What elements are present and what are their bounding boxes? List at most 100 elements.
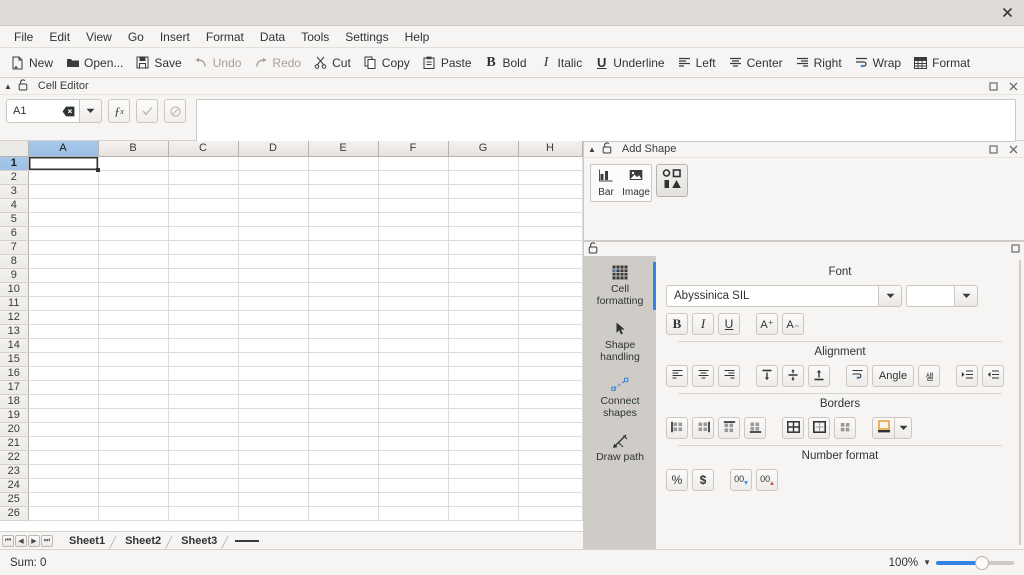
cell-f21[interactable] [378, 436, 448, 450]
cell-c4[interactable] [168, 198, 238, 212]
cell-d13[interactable] [238, 324, 308, 338]
decrease-font-size-button[interactable]: A₋ [782, 313, 804, 335]
cell-d4[interactable] [238, 198, 308, 212]
row-header-2[interactable]: 2 [0, 170, 28, 184]
cell-d10[interactable] [238, 282, 308, 296]
more-shapes-button[interactable] [656, 164, 688, 197]
decrease-decimals-button[interactable]: 00▴ [756, 469, 778, 491]
column-header-h[interactable]: H [518, 141, 582, 156]
cell-b14[interactable] [98, 338, 168, 352]
cell-e1[interactable] [308, 156, 378, 170]
fill-handle[interactable] [96, 168, 100, 172]
toolbar-italic-button[interactable]: I Italic [533, 51, 589, 75]
cell-a18[interactable] [28, 394, 98, 408]
cell-e14[interactable] [308, 338, 378, 352]
cell-a16[interactable] [28, 366, 98, 380]
cell-c11[interactable] [168, 296, 238, 310]
menu-item-view[interactable]: View [78, 28, 120, 46]
cell-d15[interactable] [238, 352, 308, 366]
cell-g26[interactable] [448, 506, 518, 520]
cell-h3[interactable] [518, 184, 582, 198]
row-header-11[interactable]: 11 [0, 296, 28, 310]
cell-f5[interactable] [378, 212, 448, 226]
menu-item-go[interactable]: Go [120, 28, 152, 46]
cell-a24[interactable] [28, 478, 98, 492]
cell-b13[interactable] [98, 324, 168, 338]
cell-h25[interactable] [518, 492, 582, 506]
menu-item-data[interactable]: Data [252, 28, 293, 46]
add-shape-maximize-button[interactable] [986, 142, 1000, 156]
border-all-button[interactable] [782, 417, 804, 439]
cell-e5[interactable] [308, 212, 378, 226]
row-header-14[interactable]: 14 [0, 338, 28, 352]
select-all-corner[interactable] [0, 141, 28, 156]
cell-g4[interactable] [448, 198, 518, 212]
cell-f16[interactable] [378, 366, 448, 380]
border-color-button[interactable] [872, 417, 894, 439]
cell-b2[interactable] [98, 170, 168, 184]
menu-item-edit[interactable]: Edit [41, 28, 78, 46]
sidebar-item-shape-handling[interactable]: Shape handling [587, 318, 653, 365]
cell-g22[interactable] [448, 450, 518, 464]
cell-b6[interactable] [98, 226, 168, 240]
cell-a15[interactable] [28, 352, 98, 366]
cell-h23[interactable] [518, 464, 582, 478]
collapse-triangle-icon[interactable]: ▲ [4, 82, 12, 91]
cell-g19[interactable] [448, 408, 518, 422]
cell-e19[interactable] [308, 408, 378, 422]
increase-indent-button[interactable] [956, 365, 978, 387]
lock-icon[interactable] [602, 142, 612, 157]
sheet-tab-sheet1[interactable]: Sheet1╱ [59, 535, 115, 547]
underline-button[interactable]: U [718, 313, 740, 335]
cell-g15[interactable] [448, 352, 518, 366]
cell-h17[interactable] [518, 380, 582, 394]
cell-a14[interactable] [28, 338, 98, 352]
cell-b21[interactable] [98, 436, 168, 450]
cell-b8[interactable] [98, 254, 168, 268]
align-center-button[interactable] [692, 365, 714, 387]
cell-g17[interactable] [448, 380, 518, 394]
cell-d19[interactable] [238, 408, 308, 422]
cell-c15[interactable] [168, 352, 238, 366]
cell-g18[interactable] [448, 394, 518, 408]
cell-f10[interactable] [378, 282, 448, 296]
accept-edit-button[interactable] [136, 99, 158, 123]
cell-h26[interactable] [518, 506, 582, 520]
cell-a11[interactable] [28, 296, 98, 310]
cell-f23[interactable] [378, 464, 448, 478]
sheet-tab-sheet3[interactable]: Sheet3╱ [171, 535, 227, 547]
collapse-triangle-icon[interactable]: ▲ [588, 145, 596, 154]
last-sheet-button[interactable]: ⏭ [41, 535, 53, 547]
cell-d16[interactable] [238, 366, 308, 380]
cell-c2[interactable] [168, 170, 238, 184]
toolbar-underline-button[interactable]: U Underline [588, 51, 670, 75]
cell-d25[interactable] [238, 492, 308, 506]
format-panel-maximize-button[interactable] [1011, 242, 1020, 256]
cell-f9[interactable] [378, 268, 448, 282]
cell-b9[interactable] [98, 268, 168, 282]
cell-e24[interactable] [308, 478, 378, 492]
row-header-4[interactable]: 4 [0, 198, 28, 212]
cell-f4[interactable] [378, 198, 448, 212]
cell-d24[interactable] [238, 478, 308, 492]
cell-b17[interactable] [98, 380, 168, 394]
border-color-dropdown-button[interactable] [894, 417, 912, 439]
cell-a23[interactable] [28, 464, 98, 478]
sidebar-item-draw-path[interactable]: Draw path [587, 430, 653, 465]
menu-item-help[interactable]: Help [397, 28, 438, 46]
cell-e26[interactable] [308, 506, 378, 520]
cell-d18[interactable] [238, 394, 308, 408]
align-middle-button[interactable] [782, 365, 804, 387]
toolbar-paste-button[interactable]: Paste [416, 51, 478, 75]
cell-d7[interactable] [238, 240, 308, 254]
add-bar-shape-button[interactable]: Bar [591, 165, 621, 201]
cell-a12[interactable] [28, 310, 98, 324]
cell-e23[interactable] [308, 464, 378, 478]
cell-g25[interactable] [448, 492, 518, 506]
toolbar-align-right-button[interactable]: Right [789, 51, 848, 75]
cell-f8[interactable] [378, 254, 448, 268]
menu-item-file[interactable]: File [6, 28, 41, 46]
cell-f20[interactable] [378, 422, 448, 436]
cell-g13[interactable] [448, 324, 518, 338]
cell-a22[interactable] [28, 450, 98, 464]
